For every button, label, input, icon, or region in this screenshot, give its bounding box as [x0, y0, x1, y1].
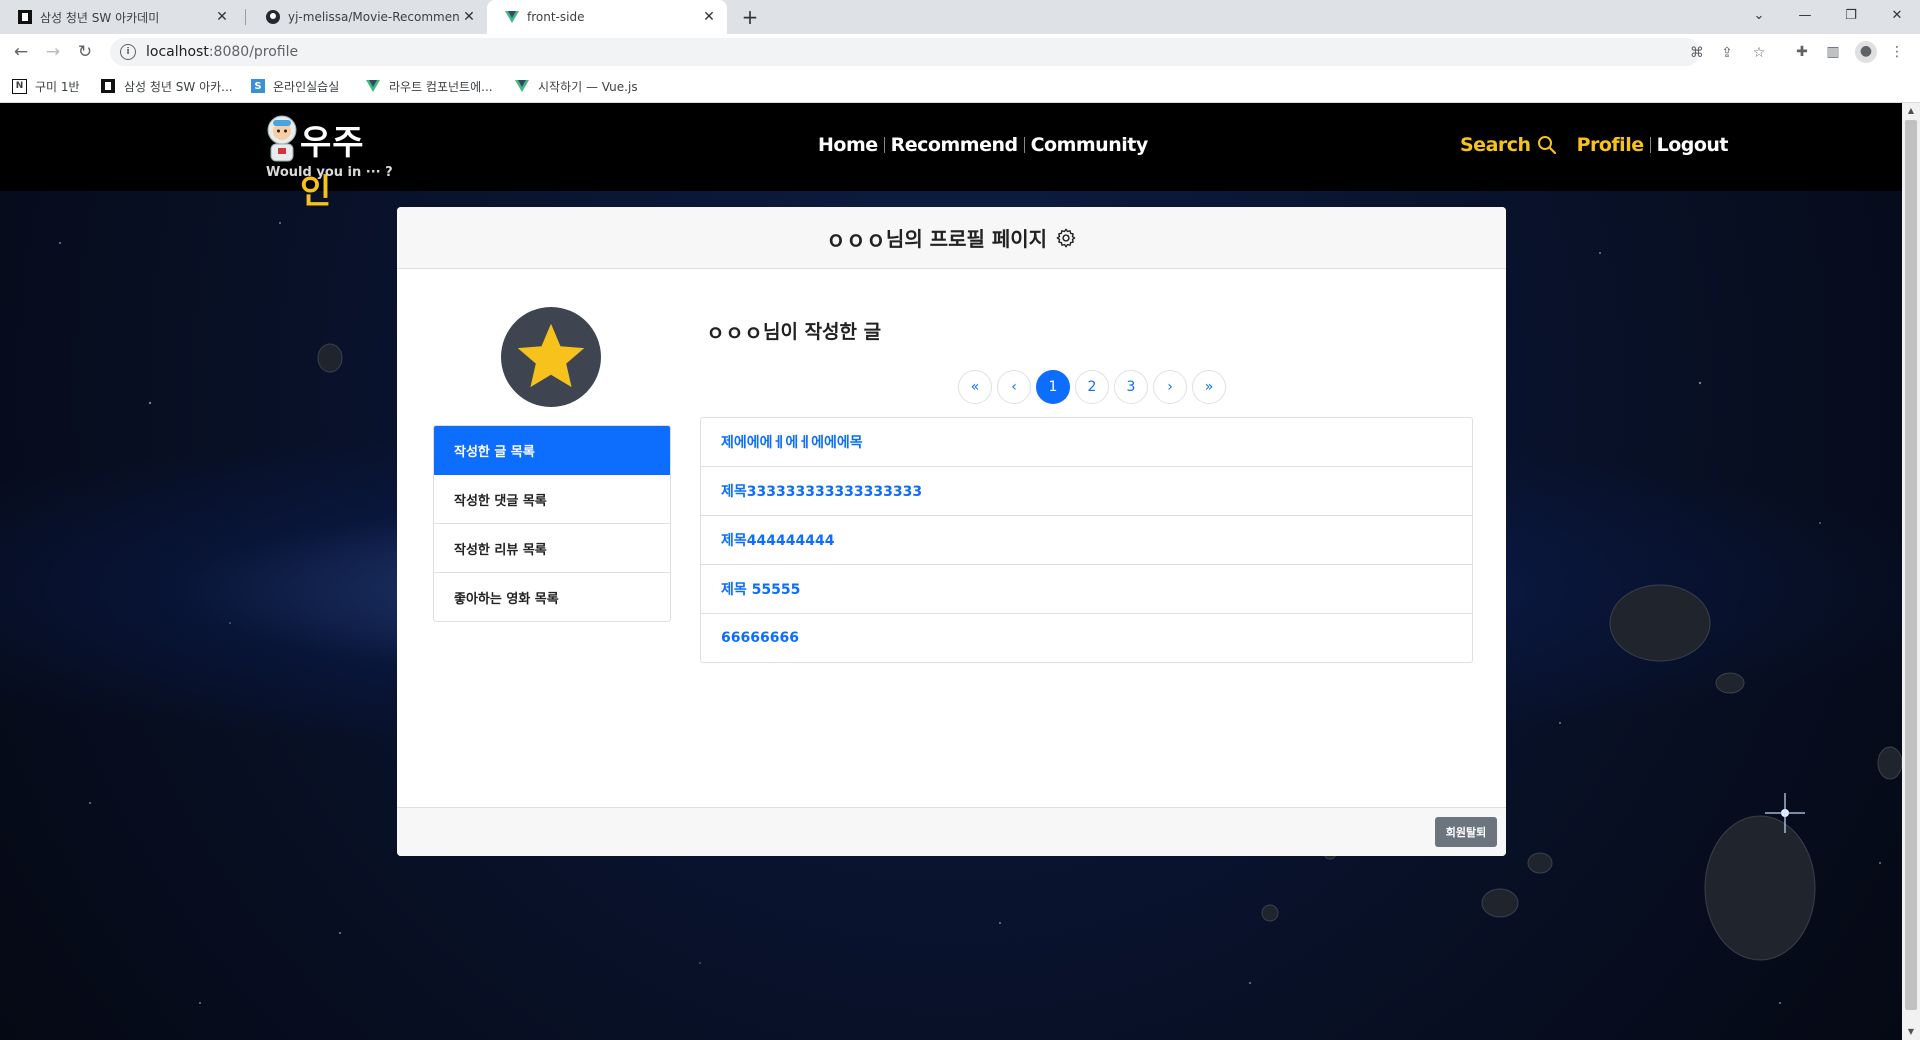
page-next-button[interactable]: › [1153, 370, 1187, 404]
github-icon [266, 10, 280, 24]
nav-profile[interactable]: Profile [1571, 134, 1650, 156]
extensions-icon[interactable]: ✚ [1792, 42, 1812, 62]
scroll-up-arrow[interactable]: ▲ [1902, 103, 1920, 119]
post-link[interactable]: 제에에에ㅔ에ㅔ에에에목 [701, 418, 1472, 467]
url-bar[interactable]: i localhost:8080/profile ⌘ ⇪ ☆ [110, 38, 1765, 66]
close-tab-icon[interactable]: ✕ [699, 9, 719, 25]
tab-search-dropdown-icon[interactable]: ⌄ [1736, 0, 1782, 30]
profile-card: ｏｏｏ님의 프로필 페이지 작성한 글 목록 작성한 댓글 목록 작성한 리뷰 … [397, 207, 1506, 856]
site-info-icon[interactable]: i [120, 44, 136, 60]
ssafy-icon [100, 78, 116, 94]
account-avatar-icon[interactable]: ● [1855, 41, 1877, 63]
page-viewport: 우주인 Would you in ··· ? Home Recommend Co… [0, 103, 1902, 1040]
gear-icon[interactable] [1055, 227, 1077, 249]
tab-front-side[interactable]: front-side ✕ [487, 0, 727, 34]
tab-title: front-side [527, 10, 585, 24]
profile-side-menu: 작성한 글 목록 작성한 댓글 목록 작성한 리뷰 목록 좋아하는 영화 목록 [433, 425, 671, 622]
bookmarks-bar: N 구미 1반 삼성 청년 SW 아카... S 온라인실습실 라우트 컴포넌트… [0, 70, 1920, 103]
page-last-button[interactable]: » [1192, 370, 1226, 404]
tab-github[interactable]: yj-melissa/Movie-Recommend-T ✕ [248, 0, 486, 34]
astronaut-mascot-icon [267, 115, 297, 162]
post-link[interactable]: 제목333333333333333333 [701, 467, 1472, 516]
star-icon [517, 323, 585, 388]
user-nav: Search Profile Logout [1454, 134, 1734, 156]
edu-icon: S [251, 79, 265, 93]
pagination: « ‹ 1 2 3 › » [958, 370, 1231, 404]
site-navbar: 우주인 Would you in ··· ? Home Recommend Co… [0, 103, 1902, 212]
menu-liked-movies[interactable]: 좋아하는 영화 목록 [434, 573, 670, 621]
restore-button[interactable]: ❐ [1828, 0, 1874, 30]
page-button-1[interactable]: 1 [1036, 370, 1070, 404]
nav-search[interactable]: Search [1454, 134, 1537, 156]
tab-title: yj-melissa/Movie-Recommend-T [288, 10, 460, 24]
avatar [501, 307, 601, 407]
scroll-thumb[interactable] [1905, 120, 1917, 1010]
profile-title: ｏｏｏ님의 프로필 페이지 [825, 227, 1048, 251]
vue-icon [365, 78, 381, 94]
side-panel-icon[interactable]: ▥ [1823, 42, 1843, 62]
nav-recommend[interactable]: Recommend [885, 134, 1024, 156]
logo-text-white: 우주 [300, 123, 365, 163]
post-link[interactable]: 제목444444444 [701, 516, 1472, 565]
post-link[interactable]: 제목 55555 [701, 565, 1472, 614]
page-scrollbar[interactable]: ▲ ▼ [1902, 103, 1920, 1040]
menu-my-comments[interactable]: 작성한 댓글 목록 [434, 475, 670, 524]
vue-icon [514, 78, 530, 94]
ssafy-icon [18, 10, 32, 24]
translate-icon[interactable]: ⌘ [1688, 44, 1706, 62]
share-icon[interactable]: ⇪ [1718, 44, 1736, 62]
menu-kebab-icon[interactable]: ⋮ [1887, 42, 1907, 62]
nav-logout[interactable]: Logout [1651, 134, 1734, 156]
notion-icon: N [12, 78, 27, 94]
withdraw-button[interactable]: 회원탈퇴 [1435, 817, 1497, 847]
minimize-button[interactable]: — [1782, 0, 1828, 30]
bookmark-label: 온라인실습실 [273, 79, 340, 94]
forward-button[interactable]: → [41, 40, 65, 64]
page-prev-button[interactable]: ‹ [997, 370, 1031, 404]
menu-my-posts[interactable]: 작성한 글 목록 [434, 426, 670, 475]
close-tab-icon[interactable]: ✕ [212, 9, 232, 25]
search-icon[interactable] [1537, 135, 1557, 155]
tab-title: 삼성 청년 SW 아카데미 [40, 10, 160, 25]
nav-home[interactable]: Home [812, 134, 884, 156]
url-text[interactable]: localhost:8080/profile [146, 44, 298, 60]
tab-ssafy[interactable]: 삼성 청년 SW 아카데미 ✕ [0, 0, 240, 34]
vue-icon [505, 10, 519, 24]
posts-section-title: ｏｏｏ님이 작성한 글 [706, 321, 882, 343]
close-window-button[interactable]: ✕ [1874, 0, 1920, 30]
bookmark-item[interactable]: 라우트 컴포넌트에... [365, 76, 493, 96]
bookmark-item[interactable]: 시작하기 — Vue.js [514, 76, 638, 96]
bookmark-label: 시작하기 — Vue.js [538, 79, 638, 94]
reload-button[interactable]: ↻ [73, 40, 97, 64]
logo-text: 우주인 [300, 115, 392, 213]
menu-my-reviews[interactable]: 작성한 리뷰 목록 [434, 524, 670, 573]
nav-community[interactable]: Community [1025, 134, 1154, 156]
main-nav: Home Recommend Community [812, 134, 1154, 156]
url-path: :8080/profile [208, 44, 299, 60]
post-list: 제에에에ㅔ에ㅔ에에에목 제목333333333333333333 제목44444… [700, 417, 1473, 663]
profile-card-header: ｏｏｏ님의 프로필 페이지 [397, 207, 1506, 269]
page-first-button[interactable]: « [958, 370, 992, 404]
logo-tagline: Would you in ··· ? [266, 165, 393, 180]
bookmark-item[interactable]: S 온라인실습실 [251, 76, 339, 96]
bookmark-item[interactable]: N 구미 1반 [12, 76, 80, 96]
bookmark-star-icon[interactable]: ☆ [1750, 44, 1768, 62]
page-button-2[interactable]: 2 [1075, 370, 1109, 404]
bookmark-label: 구미 1반 [35, 79, 80, 94]
bookmark-item[interactable]: 삼성 청년 SW 아카... [100, 76, 233, 96]
address-bar-row: ← → ↻ i localhost:8080/profile ⌘ ⇪ ☆ ✚ ▥… [0, 34, 1920, 70]
site-logo[interactable]: 우주인 Would you in ··· ? [262, 113, 393, 212]
url-host: localhost [146, 44, 209, 60]
bookmark-label: 삼성 청년 SW 아카... [124, 79, 233, 94]
post-link[interactable]: 66666666 [701, 614, 1472, 662]
bookmark-label: 라우트 컴포넌트에... [389, 79, 493, 94]
profile-card-footer: 회원탈퇴 [397, 807, 1506, 856]
page-button-3[interactable]: 3 [1114, 370, 1148, 404]
back-button[interactable]: ← [9, 40, 33, 64]
new-tab-button[interactable]: + [738, 5, 762, 29]
browser-tab-bar: 삼성 청년 SW 아카데미 ✕ yj-melissa/Movie-Recomme… [0, 0, 1920, 34]
scroll-down-arrow[interactable]: ▼ [1902, 1024, 1920, 1040]
close-tab-icon[interactable]: ✕ [460, 9, 478, 25]
